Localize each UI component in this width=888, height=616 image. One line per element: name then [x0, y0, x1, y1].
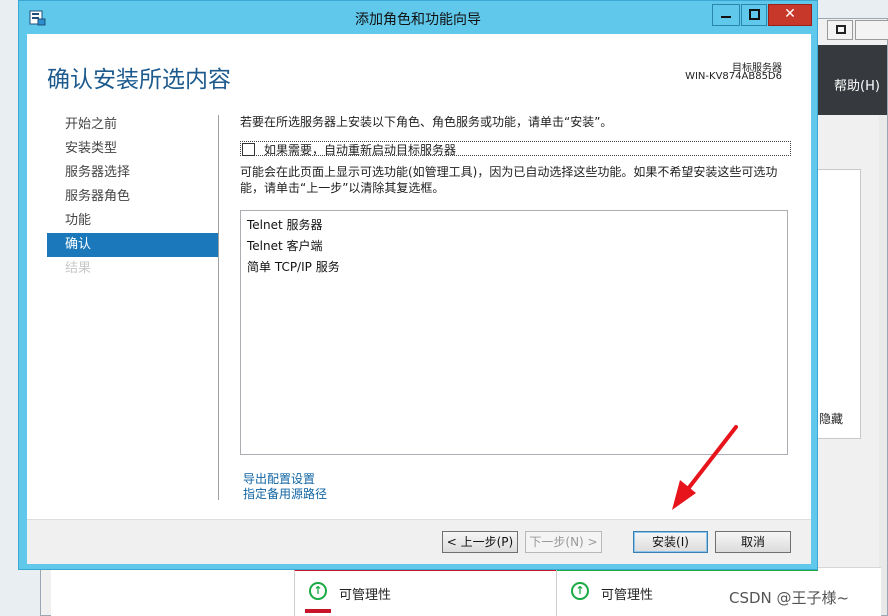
watermark: CSDN @王子様~ — [729, 589, 850, 607]
nav-item-confirmation[interactable]: 确认 — [47, 233, 218, 257]
target-server-value: WIN-KV874AB85D6 — [685, 71, 782, 82]
background-panel — [817, 169, 861, 439]
wizard-title: 添加角色和功能向导 — [355, 12, 481, 28]
optional-features-note: 可能会在此页面上显示可选功能(如管理工具)，因为已自动选择这些功能。如果不希望安… — [240, 165, 778, 195]
nav-item-server-selection[interactable]: 服务器选择 — [47, 161, 218, 185]
wizard-content: 确认安装所选内容 目标服务器 WIN-KV874AB85D6 开始之前 安装类型… — [27, 34, 811, 564]
list-item: Telnet 服务器 — [247, 218, 323, 232]
list-item: 简单 TCP/IP 服务 — [247, 260, 340, 274]
server-manager-close-button[interactable] — [855, 20, 888, 40]
list-item: Telnet 客户端 — [247, 239, 323, 253]
next-button: 下一步(N) > — [525, 531, 602, 553]
dashboard-tile[interactable]: ↑ 可管理性 — [294, 568, 556, 616]
wizard-footer: < 上一步(P) 下一步(N) > 安装(I) 取消 — [27, 520, 811, 564]
nav-item-features[interactable]: 功能 — [47, 209, 218, 233]
minimize-icon — [721, 16, 731, 18]
nav-divider — [218, 115, 219, 500]
tile-status-bar — [305, 609, 331, 613]
maximize-icon — [836, 25, 846, 34]
nav-item-before-you-begin[interactable]: 开始之前 — [47, 113, 218, 137]
up-arrow-circle-icon: ↑ — [309, 582, 327, 600]
tile-manageability-label: 可管理性 — [339, 588, 392, 603]
hide-link[interactable]: 隐藏 — [819, 410, 843, 427]
nav-item-results: 结果 — [65, 261, 92, 276]
restart-checkbox-label[interactable]: 如果需要，自动重新启动目标服务器 — [264, 141, 456, 158]
minimize-button[interactable] — [712, 4, 740, 26]
close-icon: ✕ — [784, 6, 796, 22]
restart-checkbox-row[interactable]: 如果需要，自动重新启动目标服务器 — [240, 141, 791, 158]
install-button[interactable]: 安装(I) — [633, 531, 708, 553]
cancel-button[interactable]: 取消 — [715, 531, 791, 553]
intro-text: 若要在所选服务器上安装以下角色、角色服务或功能，请单击“安装”。 — [240, 115, 613, 129]
up-arrow-circle-icon: ↑ — [571, 582, 589, 600]
tile-manageability-label: 可管理性 — [601, 588, 654, 603]
page-title: 确认安装所选内容 — [47, 67, 231, 93]
server-manager-maximize-button[interactable] — [827, 20, 853, 40]
alternate-source-link[interactable]: 指定备用源路径 — [243, 485, 327, 502]
background-scrollbar[interactable] — [879, 115, 887, 615]
maximize-icon — [749, 9, 760, 20]
previous-button[interactable]: < 上一步(P) — [442, 531, 518, 553]
restart-checkbox[interactable] — [242, 143, 255, 156]
nav-item-server-roles[interactable]: 服务器角色 — [47, 185, 218, 209]
maximize-button[interactable] — [741, 4, 767, 26]
add-roles-wizard-dialog: 添加角色和功能向导 ✕ 确认安装所选内容 目标服务器 WIN-KV874AB85… — [18, 0, 818, 570]
selected-features-list[interactable]: Telnet 服务器 Telnet 客户端 简单 TCP/IP 服务 — [240, 210, 788, 455]
nav-item-installation-type[interactable]: 安装类型 — [47, 137, 218, 161]
wizard-titlebar[interactable]: 添加角色和功能向导 ✕ — [19, 1, 817, 34]
help-menu[interactable]: 帮助(H) — [834, 75, 880, 94]
close-button[interactable]: ✕ — [768, 4, 812, 26]
